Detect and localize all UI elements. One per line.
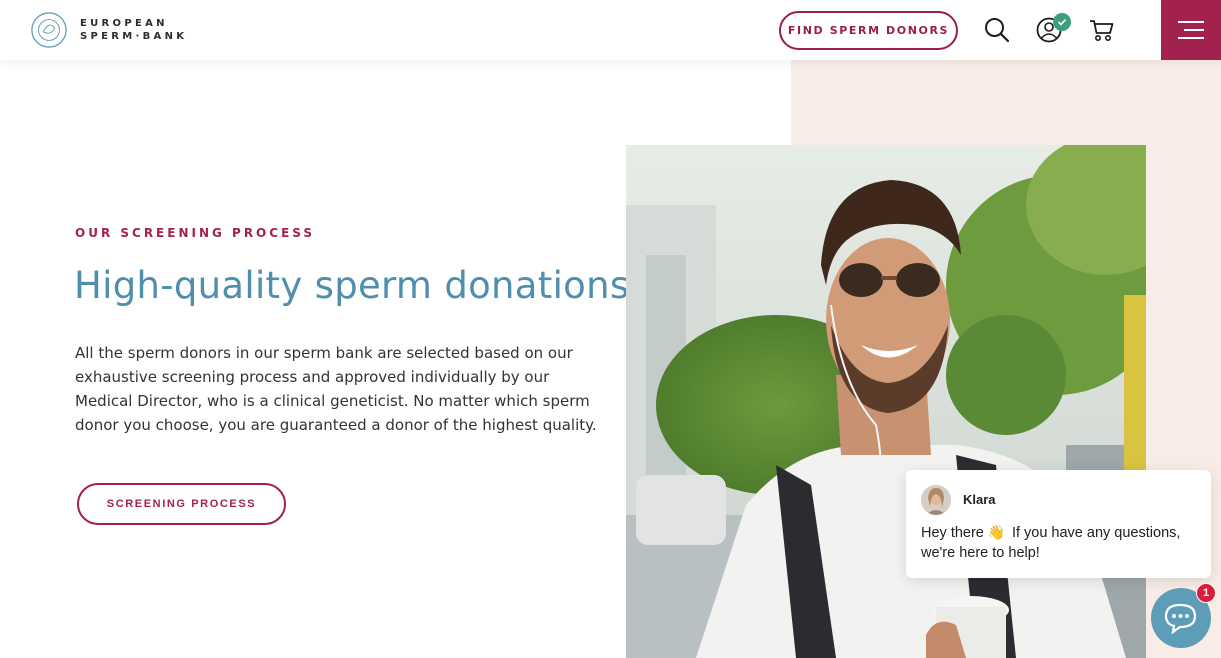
chat-message-text: Hey there 👋 If you have any questions, w… [921,522,1201,563]
section-headline: High-quality sperm donations [74,264,630,307]
chat-unread-badge: 1 [1196,583,1216,603]
donor-photo [626,145,1146,658]
hamburger-menu-icon[interactable] [1161,0,1221,60]
search-icon[interactable] [983,16,1011,44]
find-sperm-donors-button[interactable]: FIND SPERM DONORS [779,11,958,50]
cart-icon[interactable] [1088,16,1116,44]
logo[interactable]: EUROPEAN SPERM·BANK [30,10,187,50]
chat-greeting: Hey there [921,525,984,541]
screening-process-button[interactable]: SCREENING PROCESS [77,483,286,525]
wave-icon: 👋 [987,524,1006,540]
logo-line-2: SPERM·BANK [80,31,188,42]
section-eyebrow: OUR SCREENING PROCESS [75,226,316,240]
logo-wordmark: EUROPEAN SPERM·BANK [80,17,187,43]
check-icon [1053,13,1071,31]
agent-name: Klara [963,492,996,507]
chat-message-bubble[interactable]: Klara Hey there 👋 If you have any questi… [906,470,1211,578]
agent-avatar [921,485,951,515]
section-body-text: All the sperm donors in our sperm bank a… [75,344,597,434]
chat-icon [1164,603,1197,634]
logo-line-1: EUROPEAN [80,18,168,29]
site-header: EUROPEAN SPERM·BANK FIND SPERM DONORS [0,0,1221,60]
give-life-emblem-icon [31,12,67,48]
